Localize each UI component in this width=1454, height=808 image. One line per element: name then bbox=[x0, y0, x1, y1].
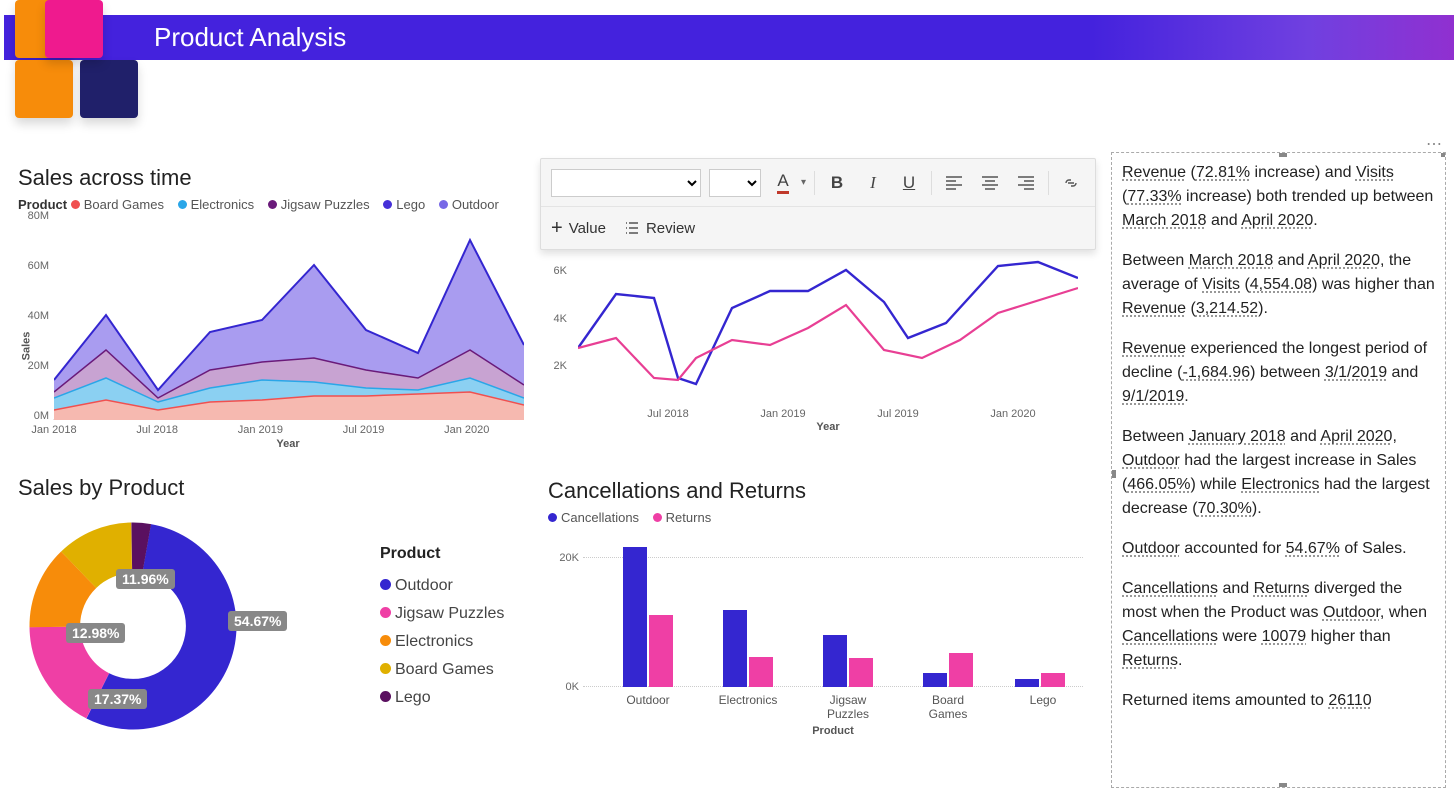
page-title: Product Analysis bbox=[154, 22, 346, 53]
chart-revenue-visits[interactable]: 2K 4K 6K Jul 2018 Jan 2019 Jul 2019 Jan … bbox=[540, 258, 1088, 463]
resize-handle-top-right[interactable] bbox=[1441, 152, 1446, 157]
plus-icon: + bbox=[551, 221, 563, 235]
legend: Cancellations Returns bbox=[548, 510, 1088, 525]
chart-title: Sales across time bbox=[18, 165, 528, 191]
text-format-toolbar: A ▾ B I U + Value Review bbox=[540, 158, 1096, 250]
link-button[interactable] bbox=[1057, 169, 1085, 197]
add-value-button[interactable]: + Value bbox=[551, 220, 606, 237]
resize-handle-left[interactable] bbox=[1111, 470, 1116, 478]
resize-handle-bottom[interactable] bbox=[1279, 783, 1287, 788]
font-color-button[interactable]: A bbox=[769, 169, 797, 197]
smart-narrative-textbox[interactable]: Revenue (72.81% increase) and Visits (77… bbox=[1111, 152, 1446, 788]
bold-button[interactable]: B bbox=[823, 169, 851, 197]
chevron-down-icon[interactable]: ▾ bbox=[801, 177, 806, 188]
logo bbox=[15, 0, 145, 130]
align-center-button[interactable] bbox=[976, 169, 1004, 197]
italic-button[interactable]: I bbox=[859, 169, 887, 197]
font-family-select[interactable] bbox=[551, 169, 701, 197]
more-options-icon[interactable]: ⋯ bbox=[1426, 134, 1444, 154]
align-right-button[interactable] bbox=[1012, 169, 1040, 197]
underline-button[interactable]: U bbox=[895, 169, 923, 197]
header-bar: Product Analysis bbox=[4, 15, 1454, 60]
review-button[interactable]: Review bbox=[624, 220, 695, 237]
chart-sales-across-time[interactable]: Sales across time Product Board Games El… bbox=[18, 165, 528, 465]
chart-title: Sales by Product bbox=[18, 475, 528, 501]
legend: Product Board Games Electronics Jigsaw P… bbox=[18, 197, 528, 212]
align-left-button[interactable] bbox=[940, 169, 968, 197]
list-icon bbox=[624, 221, 640, 235]
donut-legend: Product Outdoor Jigsaw Puzzles Electroni… bbox=[380, 540, 504, 712]
chart-title: Cancellations and Returns bbox=[548, 478, 1088, 504]
font-size-select[interactable] bbox=[709, 169, 761, 197]
chart-cancellations-returns[interactable]: Cancellations and Returns Cancellations … bbox=[548, 478, 1088, 778]
resize-handle-top[interactable] bbox=[1279, 152, 1287, 157]
